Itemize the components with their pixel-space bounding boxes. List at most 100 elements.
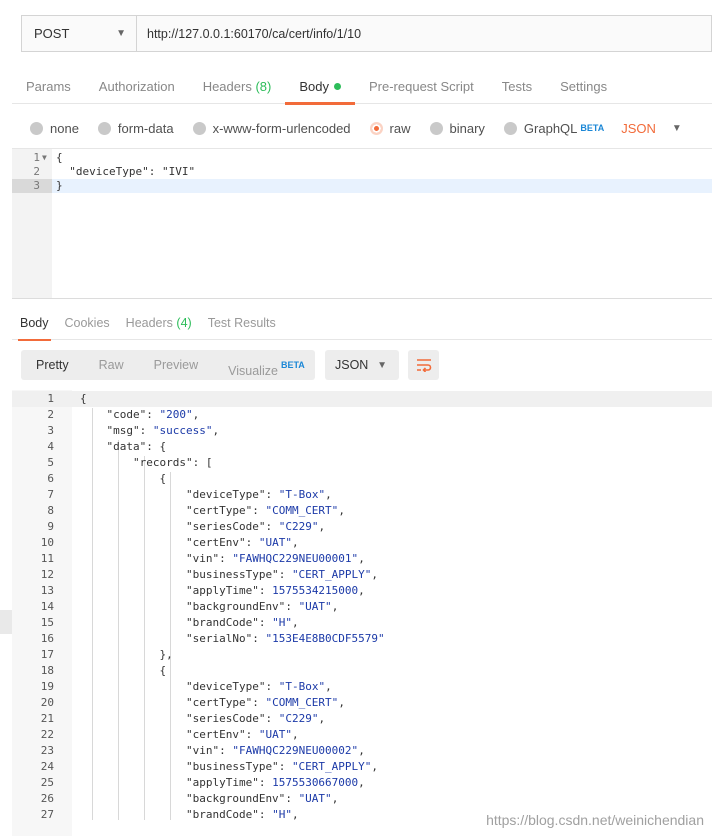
body-type-none[interactable]: none (30, 121, 79, 136)
tab-pre-request-script[interactable]: Pre-request Script (355, 66, 488, 104)
code-line: 16 "serialNo": "153E4E8B0CDF5579" (12, 631, 712, 647)
line-number: 11 (40, 552, 54, 565)
response-tabs: Body Cookies Headers (4) Test Results (12, 308, 712, 341)
chevron-down-icon: ▼ (671, 122, 682, 134)
line-number: 22 (40, 728, 54, 741)
tab-body[interactable]: Body (285, 66, 355, 105)
tab-settings[interactable]: Settings (546, 66, 621, 104)
url-input[interactable]: http://127.0.0.1:60170/ca/cert/info/1/10 (137, 15, 712, 52)
radio-icon (30, 121, 43, 135)
tab-label: Body (299, 79, 329, 94)
code-line: 18 { (12, 663, 712, 679)
body-type-raw[interactable]: raw (369, 121, 411, 136)
code-line: 26 "backgroundEnv": "UAT", (12, 791, 712, 807)
tab-label: Headers (202, 79, 252, 94)
code-text: }, (80, 648, 173, 661)
tab-label: Headers (125, 316, 173, 330)
json-value: "T-Box" (278, 680, 326, 693)
tab-test-results[interactable]: Test Results (200, 308, 284, 340)
body-format-select[interactable]: JSON ▼ (621, 121, 682, 136)
json-value: "C229" (278, 712, 319, 725)
response-format-select[interactable]: JSON ▼ (325, 350, 399, 380)
code-line: 7 "deviceType": "T-Box", (12, 487, 712, 503)
tab-label: Pre-request Script (368, 79, 474, 94)
line-number: 16 (40, 632, 54, 645)
code-line: 1 ▼{ (12, 151, 712, 165)
request-tabs: Params Authorization Headers (8) Body Pre-re… (12, 66, 712, 105)
tab-authorization[interactable]: Authorization (85, 66, 189, 104)
json-key: "serialNo" (185, 632, 253, 645)
code-text: "data": { (106, 440, 167, 453)
line-number: 21 (40, 712, 54, 725)
line-number: 4 (47, 440, 54, 453)
wrap-lines-button[interactable] (408, 350, 439, 380)
json-key: "certType" (185, 504, 253, 517)
code-text: "certEnv": "UAT", (185, 728, 299, 741)
json-value: "H" (272, 616, 292, 629)
code-text: "businessType": "CERT_APPLY", (185, 568, 379, 581)
headers-count-badge: (4) (176, 316, 192, 330)
body-type-form-data[interactable]: form-data (97, 121, 174, 136)
chevron-down-icon: ▼ (116, 28, 126, 39)
body-type-label: GraphQL (523, 120, 578, 136)
watermark: https://blog.csdn.net/weinichendian (486, 812, 704, 828)
code-text: "vin": "FAWHQC229NEU00002", (185, 744, 365, 757)
code-line: 14 "backgroundEnv": "UAT", (12, 599, 712, 615)
line-number: 13 (40, 584, 54, 597)
code-line: 19 "deviceType": "T-Box", (12, 679, 712, 695)
json-value: "COMM_CERT" (265, 504, 339, 517)
code-text: } (56, 179, 63, 192)
line-number: 3 (12, 179, 52, 193)
body-type-urlencoded[interactable]: x-www-form-urlencoded (192, 121, 351, 136)
json-key: "deviceType" (185, 488, 266, 501)
line-number: 12 (40, 568, 54, 581)
request-body-editor[interactable]: 1 ▼{2 "deviceType": "IVI" 3} (12, 148, 712, 299)
json-key: "brandCode" (185, 616, 259, 629)
tab-response-cookies[interactable]: Cookies (57, 308, 118, 340)
raw-button[interactable]: Raw (84, 350, 139, 380)
line-number: 2 (33, 165, 40, 178)
tab-headers[interactable]: Headers (8) (189, 66, 286, 104)
tab-count-badge: (8) (255, 79, 272, 94)
code-text: "seriesCode": "C229", (185, 520, 326, 533)
visualize-button[interactable]: Visualize BETA (213, 350, 320, 380)
chevron-down-icon: ▼ (377, 359, 387, 371)
response-body-viewer[interactable]: 1{2 "code": "200", 3 "msg": "success", 4 "… (12, 390, 712, 836)
tab-label: Tests (501, 79, 533, 94)
line-number: 25 (40, 776, 54, 789)
method-select[interactable]: POST ▼ (21, 15, 137, 52)
code-line: 13 "applyTime": 1575534215000, (12, 583, 712, 599)
json-value: 1575534215000 (272, 584, 359, 597)
code-text: "backgroundEnv": "UAT", (185, 600, 339, 613)
pane-divider[interactable] (12, 298, 712, 299)
json-key: "seriesCode" (185, 520, 266, 533)
tab-response-body[interactable]: Body (12, 308, 57, 341)
json-key: "code" (106, 408, 147, 421)
code-text: "msg": "success", (106, 424, 220, 437)
json-value: "UAT" (258, 536, 292, 549)
line-number: 14 (40, 600, 54, 613)
json-key: "deviceType" (185, 680, 266, 693)
code-line: 9 "seriesCode": "C229", (12, 519, 712, 535)
code-line: 2 "code": "200", (12, 407, 712, 423)
json-key: "certEnv" (185, 536, 246, 549)
tab-response-headers[interactable]: Headers (4) (118, 308, 200, 340)
code-text: "code": "200", (106, 408, 200, 421)
json-key: "records" (132, 456, 193, 469)
json-value: 1575530667000 (272, 776, 359, 789)
pretty-button[interactable]: Pretty (21, 350, 84, 380)
code-text: "records": [ (132, 456, 213, 469)
method-label: POST (34, 26, 70, 41)
fold-icon[interactable]: ▼ (42, 151, 47, 165)
body-type-binary[interactable]: binary (429, 121, 485, 136)
tab-label: Settings (560, 79, 608, 94)
line-number: 10 (40, 536, 54, 549)
tab-label: Authorization (98, 79, 175, 94)
visualize-label: Visualize (228, 364, 278, 378)
code-text: "certType": "COMM_CERT", (185, 696, 345, 709)
tab-params[interactable]: Params (12, 66, 85, 104)
json-key: "seriesCode" (185, 712, 266, 725)
body-type-graphql[interactable]: GraphQL BETA (503, 120, 604, 136)
tab-tests[interactable]: Tests (488, 66, 546, 104)
preview-button[interactable]: Preview (139, 350, 213, 380)
